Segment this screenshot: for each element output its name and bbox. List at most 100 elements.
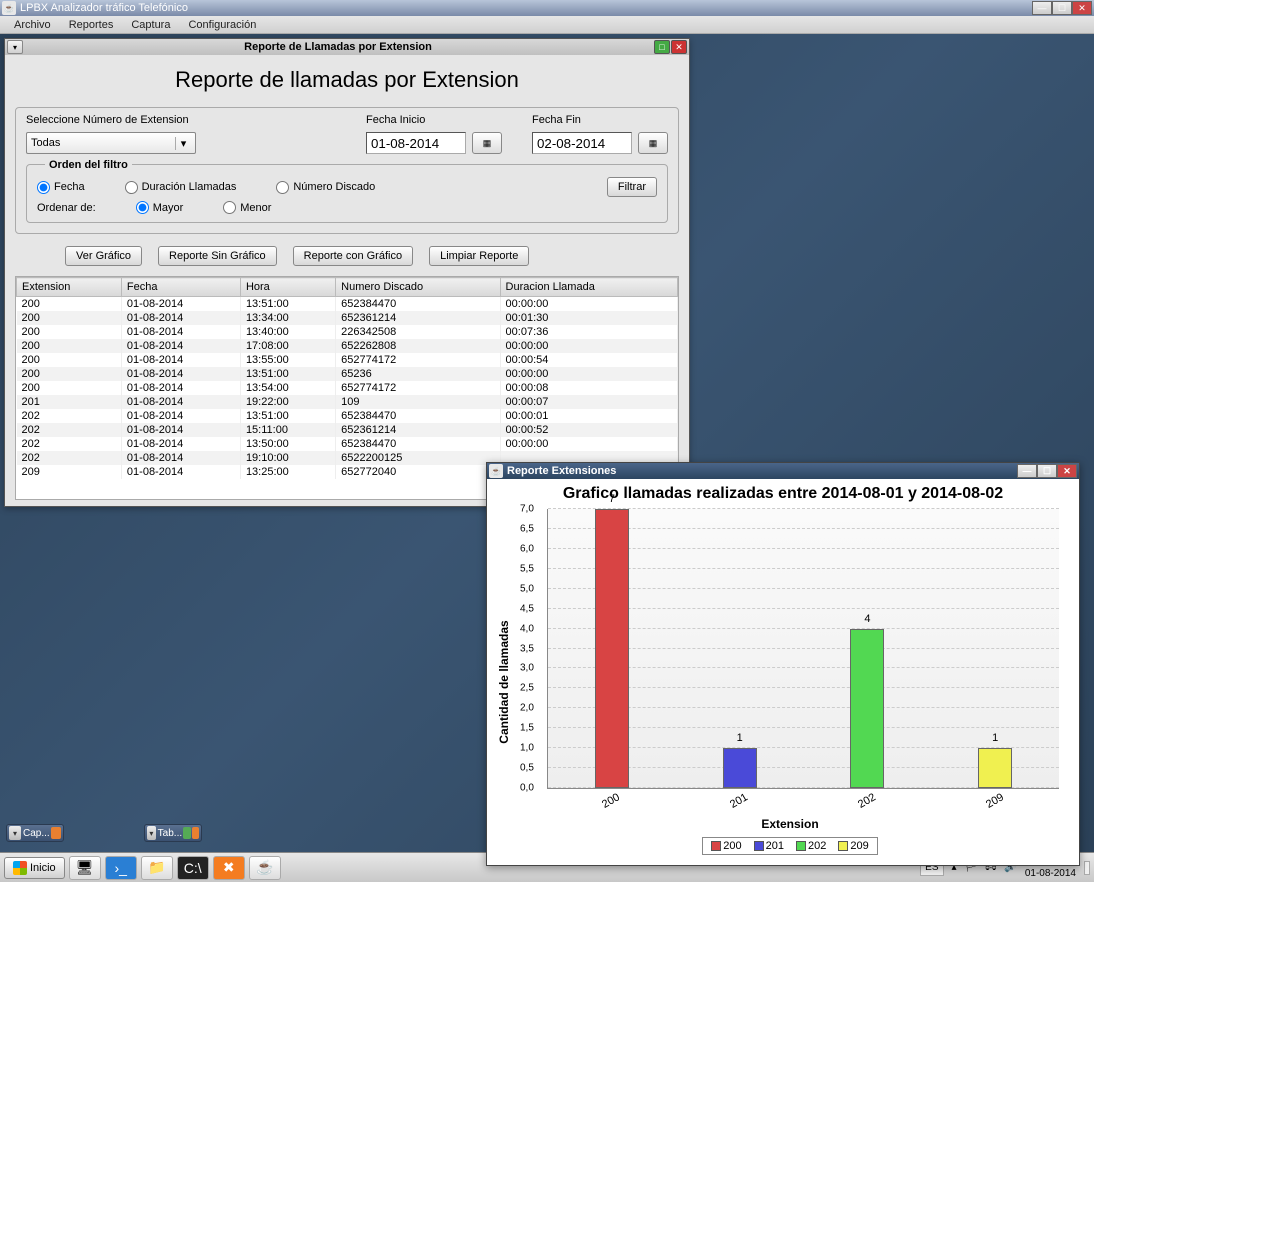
taskbar-icon-cmd[interactable]: C:\: [177, 856, 209, 880]
fecha-fin-label: Fecha Fin: [532, 114, 668, 126]
chart-window-title: Reporte Extensiones: [507, 465, 1017, 477]
chart-bar: 1: [723, 748, 757, 788]
minimized-window-cap[interactable]: ▾ Cap...: [6, 824, 64, 842]
chart-legend: 200 201 202 209: [702, 837, 877, 855]
chart-bar: 7: [595, 509, 629, 788]
start-button[interactable]: Inicio: [4, 857, 65, 879]
minimize-button[interactable]: —: [1032, 1, 1052, 15]
menu-config[interactable]: Configuración: [180, 17, 264, 33]
app-titlebar: ☕ LPBX Analizador tráfico Telefónico — ☐…: [0, 0, 1094, 16]
table-header[interactable]: Numero Discado: [336, 278, 500, 297]
chart-ytick: 0,0: [520, 783, 534, 794]
chart-title: Grafico llamadas realizadas entre 2014-0…: [497, 485, 1069, 503]
table-row[interactable]: 20001-08-201413:55:0065277417200:00:54: [17, 353, 678, 367]
taskbar-icon-java[interactable]: ☕: [249, 856, 281, 880]
legend-item: 201: [754, 840, 784, 852]
orden-legend: Orden del filtro: [45, 159, 132, 171]
show-desktop-button[interactable]: [1084, 861, 1090, 875]
maximize-button[interactable]: ☐: [1052, 1, 1072, 15]
window-maximize-button[interactable]: □: [654, 40, 670, 54]
chart-ytick: 2,0: [520, 703, 534, 714]
table-row[interactable]: 20001-08-201413:34:0065236121400:01:30: [17, 311, 678, 325]
radio-duracion[interactable]: Duración Llamadas: [125, 181, 237, 194]
chevron-down-icon: ▾: [147, 826, 156, 840]
table-row[interactable]: 20201-08-201415:11:0065236121400:00:52: [17, 423, 678, 437]
chart-ytick: 2,5: [520, 683, 534, 694]
table-row[interactable]: 20001-08-201413:51:006523600:00:00: [17, 367, 678, 381]
extension-select[interactable]: Todas ▾: [26, 132, 196, 154]
taskbar-icon-xampp[interactable]: ✖: [213, 856, 245, 880]
window-close-button[interactable]: ✕: [671, 40, 687, 54]
report-window: ▾ Reporte de Llamadas por Extension □ ✕ …: [4, 38, 690, 507]
chart-xlabel: Extension: [511, 817, 1069, 831]
table-row[interactable]: 20101-08-201419:22:0010900:00:07: [17, 395, 678, 409]
chart-ytick: 4,5: [520, 603, 534, 614]
chart-ytick: 5,0: [520, 583, 534, 594]
extension-select-value: Todas: [31, 137, 60, 149]
fecha-inicio-label: Fecha Inicio: [366, 114, 502, 126]
fecha-fin-input[interactable]: [532, 132, 632, 154]
chart-ytick: 5,5: [520, 563, 534, 574]
report-window-title: Reporte de Llamadas por Extension: [23, 41, 653, 53]
radio-numero[interactable]: Número Discado: [276, 181, 375, 194]
radio-fecha[interactable]: Fecha: [37, 181, 85, 194]
chart-plot-area: 0,00,51,01,52,02,53,03,54,04,55,05,56,06…: [547, 509, 1059, 789]
table-header[interactable]: Extension: [17, 278, 122, 297]
table-row[interactable]: 20001-08-201413:40:0022634250800:07:36: [17, 325, 678, 339]
select-extension-label: Seleccione Número de Extension: [26, 114, 336, 126]
java-icon: ☕: [489, 464, 503, 478]
chart-ytick: 0,5: [520, 763, 534, 774]
taskbar-icon-explorer[interactable]: 📁: [141, 856, 173, 880]
chart-ytick: 6,0: [520, 543, 534, 554]
chevron-down-icon: ▾: [175, 137, 191, 150]
table-header[interactable]: Fecha: [121, 278, 240, 297]
minimized-window-tab[interactable]: ▾ Tab...: [144, 824, 202, 842]
menu-reportes[interactable]: Reportes: [61, 17, 122, 33]
chart-ytick: 3,0: [520, 663, 534, 674]
legend-item: 202: [796, 840, 826, 852]
legend-item: 200: [711, 840, 741, 852]
restore-icon: [51, 827, 61, 839]
chevron-down-icon: ▾: [9, 826, 21, 840]
ver-grafico-button[interactable]: Ver Gráfico: [65, 246, 142, 266]
taskbar-icon-powershell[interactable]: ›_: [105, 856, 137, 880]
taskbar-icon-1[interactable]: 🖥: [69, 856, 101, 880]
chart-maximize-button[interactable]: ☐: [1037, 464, 1057, 478]
report-window-titlebar: ▾ Reporte de Llamadas por Extension □ ✕: [5, 39, 689, 55]
legend-item: 209: [838, 840, 868, 852]
app-title: LPBX Analizador tráfico Telefónico: [20, 2, 1032, 14]
table-row[interactable]: 20001-08-201413:51:0065238447000:00:00: [17, 297, 678, 312]
menu-captura[interactable]: Captura: [123, 17, 178, 33]
table-row[interactable]: 20201-08-201413:51:0065238447000:00:01: [17, 409, 678, 423]
chart-bar: 4: [850, 629, 884, 788]
chart-window: ☕ Reporte Extensiones — ☐ ✕ Grafico llam…: [486, 462, 1080, 866]
fecha-inicio-calendar-button[interactable]: ▦: [472, 132, 502, 154]
table-row[interactable]: 20201-08-201413:50:0065238447000:00:00: [17, 437, 678, 451]
chart-ytick: 6,5: [520, 523, 534, 534]
table-header[interactable]: Hora: [240, 278, 335, 297]
ordenar-de-label: Ordenar de:: [37, 202, 96, 214]
chart-bar: 1: [978, 748, 1012, 788]
maximize-icon: [183, 827, 190, 839]
table-row[interactable]: 20001-08-201413:54:0065277417200:00:08: [17, 381, 678, 395]
fecha-inicio-input[interactable]: [366, 132, 466, 154]
fecha-fin-calendar-button[interactable]: ▦: [638, 132, 668, 154]
limpiar-reporte-button[interactable]: Limpiar Reporte: [429, 246, 529, 266]
reporte-con-grafico-button[interactable]: Reporte con Gráfico: [293, 246, 413, 266]
menu-archivo[interactable]: Archivo: [6, 17, 59, 33]
table-header[interactable]: Duracion Llamada: [500, 278, 677, 297]
chart-ylabel: Cantidad de llamadas: [497, 620, 511, 743]
radio-mayor[interactable]: Mayor: [136, 201, 184, 214]
chart-ytick: 7,0: [520, 504, 534, 515]
radio-menor[interactable]: Menor: [223, 201, 271, 214]
chart-ytick: 1,0: [520, 743, 534, 754]
chart-ytick: 4,0: [520, 623, 534, 634]
reporte-sin-grafico-button[interactable]: Reporte Sin Gráfico: [158, 246, 277, 266]
chart-close-button[interactable]: ✕: [1057, 464, 1077, 478]
close-button[interactable]: ✕: [1072, 1, 1092, 15]
java-icon: ☕: [2, 1, 16, 15]
chart-minimize-button[interactable]: —: [1017, 464, 1037, 478]
filtrar-button[interactable]: Filtrar: [607, 177, 657, 197]
window-menu-icon[interactable]: ▾: [7, 40, 23, 54]
table-row[interactable]: 20001-08-201417:08:0065226280800:00:00: [17, 339, 678, 353]
